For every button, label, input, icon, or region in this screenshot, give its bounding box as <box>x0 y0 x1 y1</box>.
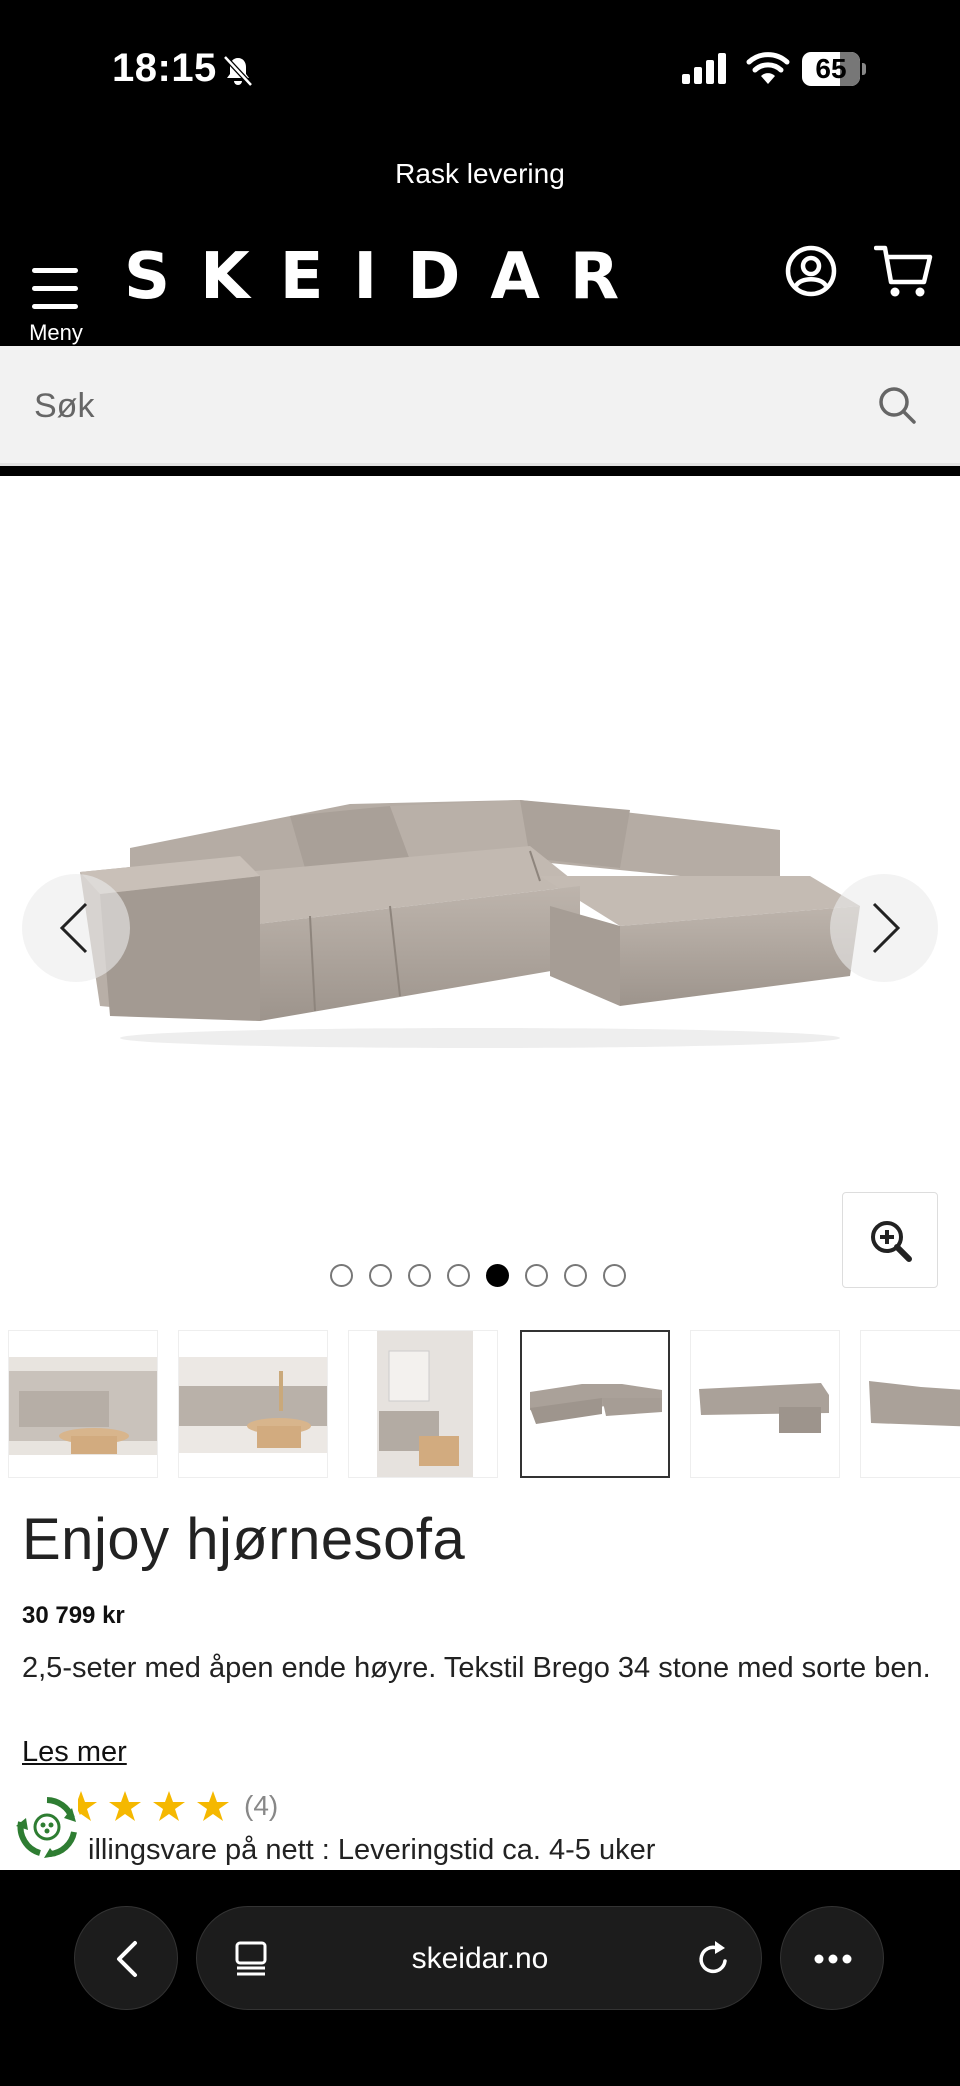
rating[interactable]: (4) <box>78 1786 278 1826</box>
address-bar[interactable]: skeidar.no <box>196 1906 762 2010</box>
browser-back-button[interactable] <box>74 1906 178 2010</box>
url-text: skeidar.no <box>411 1942 549 1975</box>
rating-count: (4) <box>244 1790 279 1821</box>
status-bar: 18:15 65 <box>0 0 960 130</box>
logo[interactable]: SKEIDAR <box>124 240 649 314</box>
carousel-dot[interactable] <box>330 1264 353 1287</box>
status-time: 18:15 <box>112 46 217 90</box>
search-button[interactable] <box>868 376 928 436</box>
thumbnail[interactable] <box>348 1330 498 1478</box>
product-title: Enjoy hjørnesofa <box>22 1507 466 1572</box>
chevron-right-icon <box>872 902 901 954</box>
more-icon <box>814 1954 852 1964</box>
menu-label: Meny <box>29 320 83 345</box>
product-gallery <box>0 476 960 1306</box>
thumbnail[interactable] <box>8 1330 158 1478</box>
battery-level: 65 <box>815 53 847 84</box>
carousel-dot-active[interactable] <box>486 1264 509 1287</box>
carousel-dot[interactable] <box>564 1264 587 1287</box>
zoom-button[interactable] <box>842 1192 938 1288</box>
carousel-dots <box>330 1264 626 1290</box>
menu-button[interactable]: Meny <box>22 242 92 345</box>
carousel-dot[interactable] <box>525 1264 548 1287</box>
star-icon <box>153 1791 185 1821</box>
delivery-info: illingsvare på nett : Leveringstid ca. 4… <box>88 1834 656 1866</box>
carousel-dot[interactable] <box>408 1264 431 1287</box>
search-icon <box>879 387 916 424</box>
chevron-left-icon <box>59 902 88 954</box>
carousel-dot[interactable] <box>603 1264 626 1287</box>
reload-icon[interactable] <box>693 1939 733 1979</box>
next-image-button[interactable] <box>830 874 938 982</box>
product-price: 30 799 kr <box>22 1602 125 1629</box>
recycle-icon <box>12 1792 82 1862</box>
more-options-button[interactable] <box>780 1906 884 2010</box>
promo-bar: Rask levering <box>0 130 960 220</box>
site-header: Meny SKEIDAR <box>0 220 960 346</box>
bell-off-icon <box>223 55 253 87</box>
thumbnail[interactable] <box>860 1330 960 1478</box>
zoom-in-icon <box>871 1221 912 1262</box>
sofa-image <box>80 800 860 1048</box>
previous-image-button[interactable] <box>22 874 130 982</box>
hamburger-icon <box>32 268 78 310</box>
carousel-dot[interactable] <box>369 1264 392 1287</box>
product-description: 2,5-seter med åpen ende høyre. Tekstil B… <box>22 1652 931 1684</box>
battery-cap <box>862 63 866 75</box>
back-icon <box>117 1941 137 1977</box>
browser-toolbar: skeidar.no <box>0 1870 960 2086</box>
battery-body: 65 <box>802 52 860 86</box>
thumbnail[interactable] <box>178 1330 328 1478</box>
battery-icon: 65 <box>802 52 866 86</box>
read-more-link[interactable]: Les mer <box>22 1736 127 1769</box>
search-input[interactable] <box>34 374 834 438</box>
thumbnail-selected[interactable] <box>520 1330 670 1478</box>
cart-icon[interactable] <box>874 244 934 300</box>
star-icon <box>197 1791 229 1821</box>
carousel-dot[interactable] <box>447 1264 470 1287</box>
account-icon[interactable] <box>784 244 838 298</box>
product-page: Enjoy hjørnesofa 30 799 kr 2,5-seter med… <box>0 476 960 1870</box>
thumbnail-strip <box>0 1330 960 1482</box>
search-bar <box>0 346 960 466</box>
thumbnail[interactable] <box>690 1330 840 1478</box>
star-icon <box>109 1791 141 1821</box>
wifi-icon <box>746 52 790 84</box>
promo-text: Rask levering <box>395 158 565 189</box>
signal-icon <box>682 53 726 84</box>
